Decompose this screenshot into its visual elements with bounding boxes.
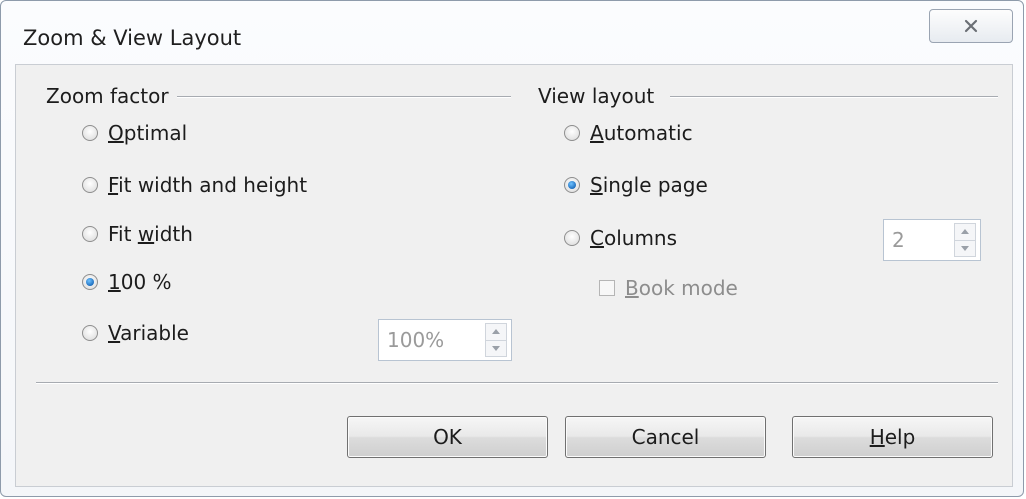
radio-indicator (82, 226, 98, 242)
radio-100-percent[interactable]: 100 % (82, 270, 172, 294)
spin-up-button[interactable] (955, 224, 975, 240)
spin-up-icon (492, 329, 500, 335)
close-icon (964, 19, 978, 33)
radio-optimal[interactable]: Optimal (82, 121, 187, 145)
radio-label: Automatic (590, 121, 693, 145)
radio-indicator (564, 230, 580, 246)
spin-down-button[interactable] (955, 239, 975, 256)
spin-up-icon (961, 229, 969, 235)
radio-indicator-selected (564, 177, 580, 193)
radio-fit-width[interactable]: Fit width (82, 222, 193, 246)
radio-label: 100 % (108, 270, 172, 294)
spin-down-icon (492, 345, 500, 351)
radio-label: Fit width (108, 222, 193, 246)
radio-indicator (564, 125, 580, 141)
radio-columns[interactable]: Columns (564, 226, 677, 250)
radio-indicator (82, 325, 98, 341)
variable-zoom-spinbox[interactable]: 100% (378, 319, 512, 361)
radio-label: Optimal (108, 121, 188, 145)
help-label: elp (884, 425, 916, 449)
radio-variable[interactable]: Variable (82, 321, 189, 345)
columns-spinbox[interactable]: 2 (883, 219, 981, 261)
variable-zoom-value: 100% (387, 328, 445, 352)
zoom-factor-heading: Zoom factor (46, 84, 177, 108)
spin-up-button[interactable] (486, 324, 506, 340)
view-layout-separator (670, 96, 998, 98)
radio-indicator (82, 177, 98, 193)
checkbox-indicator (599, 280, 615, 296)
view-layout-heading: View layout (538, 84, 663, 108)
radio-fit-width-and-height[interactable]: Fit width and height (82, 173, 307, 197)
radio-indicator (82, 125, 98, 141)
checkbox-label: Book mode (625, 276, 738, 300)
book-mode-checkbox[interactable]: Book mode (599, 276, 738, 300)
spin-down-icon (961, 245, 969, 251)
radio-single-page[interactable]: Single page (564, 173, 708, 197)
spin-buttons (485, 323, 507, 357)
help-button[interactable]: Help (792, 416, 993, 458)
radio-automatic[interactable]: Automatic (564, 121, 693, 145)
spin-down-button[interactable] (486, 339, 506, 356)
dialog-title: Zoom & View Layout (23, 26, 242, 50)
dialog-body: Zoom factor Optimal Fit width and height… (15, 64, 1013, 487)
radio-label: Columns (590, 226, 678, 250)
spin-buttons (954, 223, 976, 257)
radio-indicator-selected (82, 274, 98, 290)
columns-value: 2 (892, 228, 905, 252)
help-mnemonic: H (869, 425, 885, 449)
close-button[interactable] (929, 9, 1013, 43)
button-separator (36, 382, 998, 384)
radio-label: Single page (590, 173, 708, 197)
ok-button[interactable]: OK (347, 416, 548, 458)
zoom-factor-separator (176, 96, 511, 98)
cancel-button[interactable]: Cancel (565, 416, 766, 458)
radio-label: Fit width and height (108, 173, 308, 197)
zoom-view-layout-dialog: Zoom & View Layout Zoom factor Optimal F… (0, 0, 1024, 497)
radio-label: Variable (108, 321, 189, 345)
